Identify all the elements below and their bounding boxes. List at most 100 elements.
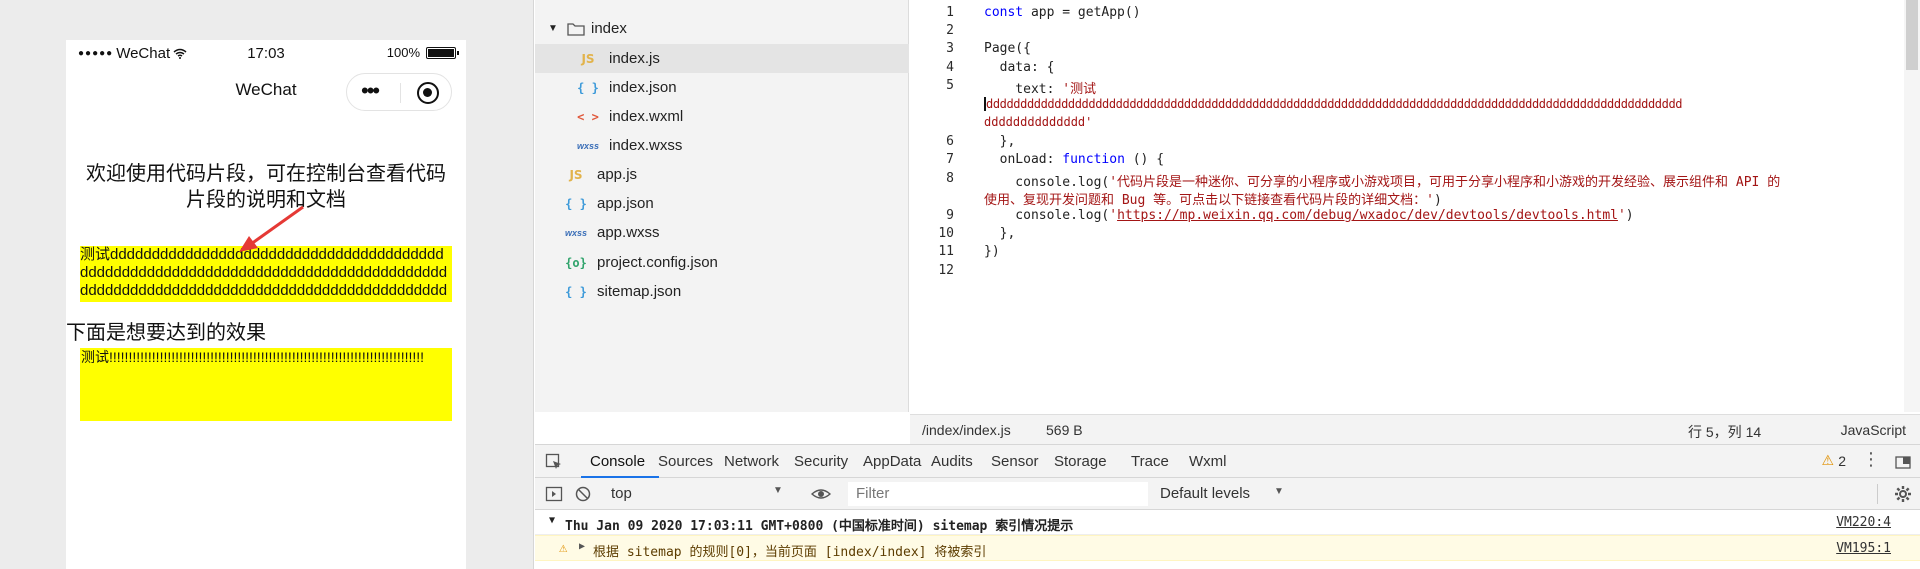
folder-label: index bbox=[591, 20, 627, 37]
tab-appdata[interactable]: AppData bbox=[863, 453, 921, 470]
cursor-position[interactable]: 行 5，列 14 bbox=[1688, 422, 1761, 442]
file-label: project.config.json bbox=[597, 254, 718, 271]
folder-index[interactable]: ▼ index bbox=[535, 14, 909, 43]
line-number: 11 bbox=[938, 244, 954, 259]
inspect-element-icon[interactable] bbox=[545, 453, 563, 471]
line-number: 1 bbox=[946, 5, 954, 20]
wxml-file-icon: < > bbox=[577, 109, 599, 124]
line-number: 5 bbox=[946, 78, 954, 93]
console-warning-row[interactable]: ⚠ ▶ 根据 sitemap 的规则[0]，当前页面 [index/index]… bbox=[535, 535, 1920, 561]
file-label: index.js bbox=[609, 50, 660, 67]
devtools-tabbar: Console Sources Network Security AppData… bbox=[535, 444, 1920, 478]
clear-console-icon[interactable] bbox=[574, 485, 592, 503]
source-link[interactable]: VM220:4 bbox=[1836, 515, 1891, 530]
console-group-row[interactable]: ▼ Thu Jan 09 2020 17:03:11 GMT+0800 (中国标… bbox=[535, 510, 1920, 535]
tab-wxml[interactable]: Wxml bbox=[1189, 453, 1227, 470]
source-link[interactable]: VM195:1 bbox=[1836, 541, 1891, 556]
editor-status-bar: /index/index.js 569 B 行 5，列 14 JavaScrip… bbox=[910, 414, 1920, 444]
editor-scrollbar[interactable] bbox=[1904, 0, 1920, 412]
caret-right-icon[interactable]: ▶ bbox=[579, 541, 585, 552]
code-line-3: Page({ bbox=[984, 41, 1031, 56]
line-number: 10 bbox=[938, 226, 954, 241]
warning-icon: ⚠ bbox=[1821, 452, 1834, 468]
line-number: 4 bbox=[946, 60, 954, 75]
file-label: index.wxss bbox=[609, 137, 683, 154]
dock-icon[interactable] bbox=[1894, 453, 1912, 471]
file-label: app.js bbox=[597, 166, 638, 183]
code-editor[interactable]: 1 2 3 4 5 6 7 8 9 10 11 12 const app = getApp() Pag… bbox=[910, 0, 1920, 412]
file-item[interactable]: wxss app.wxss bbox=[535, 218, 909, 247]
context-select[interactable]: top bbox=[611, 485, 632, 502]
file-path: /index/index.js bbox=[922, 422, 1011, 438]
sidebar-toggle-icon[interactable] bbox=[545, 485, 563, 503]
caret-down-icon[interactable]: ▼ bbox=[549, 515, 555, 526]
code-line-8-wrap: 使用、复现开发问题和 Bug 等。可点击以下链接查看代码片段的详细文档：') bbox=[984, 193, 1442, 208]
tab-console[interactable]: Console bbox=[590, 453, 645, 470]
tab-sensor[interactable]: Sensor bbox=[991, 453, 1039, 470]
file-item[interactable]: wxss index.wxss bbox=[535, 131, 909, 160]
console-filter-input[interactable]: Filter bbox=[848, 482, 1148, 506]
eye-icon[interactable] bbox=[811, 485, 831, 503]
line-number: 2 bbox=[946, 23, 954, 38]
file-label: index.json bbox=[609, 79, 677, 96]
file-explorer: ▼ index JS index.js { } index.json < > index.… bbox=[535, 0, 909, 412]
file-item[interactable]: { } index.json bbox=[535, 73, 909, 102]
code-line-1: const app = getApp() bbox=[984, 5, 1141, 20]
console-message: Thu Jan 09 2020 17:03:11 GMT+0800 (中国标准时… bbox=[565, 519, 1074, 534]
tab-sources[interactable]: Sources bbox=[658, 453, 713, 470]
tab-audits[interactable]: Audits bbox=[931, 453, 973, 470]
line-number: 7 bbox=[946, 152, 954, 167]
console-message: 根据 sitemap 的规则[0]，当前页面 [index/index] 将被索… bbox=[593, 545, 987, 560]
js-file-icon: JS bbox=[581, 51, 595, 66]
file-label: index.wxml bbox=[609, 108, 684, 125]
line-number: 12 bbox=[938, 263, 954, 278]
file-item[interactable]: { } app.json bbox=[535, 189, 909, 218]
json-file-icon: { } bbox=[565, 284, 587, 299]
docs-link[interactable]: https://mp.weixin.qq.com/debug/wxadoc/de… bbox=[1117, 208, 1618, 223]
scrollbar-thumb[interactable] bbox=[1906, 0, 1918, 70]
line-number: 6 bbox=[946, 134, 954, 149]
line-number: 9 bbox=[946, 208, 954, 223]
console-settings-icon[interactable] bbox=[1894, 485, 1912, 503]
code-line-7: onLoad: function () { bbox=[984, 152, 1165, 167]
tab-trace[interactable]: Trace bbox=[1131, 453, 1169, 470]
folder-icon bbox=[567, 22, 585, 36]
file-item[interactable]: JS index.js bbox=[535, 44, 909, 73]
warning-icon: ⚠ bbox=[559, 540, 568, 556]
code-line-11: }) bbox=[984, 244, 1000, 259]
file-size: 569 B bbox=[1046, 422, 1083, 438]
file-label: sitemap.json bbox=[597, 283, 682, 300]
levels-dropdown-icon[interactable]: ▼ bbox=[1274, 486, 1284, 497]
code-line-10: }, bbox=[984, 226, 1016, 241]
language-mode[interactable]: JavaScript bbox=[1841, 422, 1906, 438]
log-levels-dropdown[interactable]: Default levels bbox=[1160, 485, 1250, 502]
caret-down-icon: ▼ bbox=[548, 23, 558, 34]
code-line-4: data: { bbox=[984, 60, 1055, 75]
warning-count[interactable]: 2 bbox=[1838, 453, 1846, 469]
wxss-file-icon: wxss bbox=[564, 227, 588, 238]
file-item[interactable]: JS app.js bbox=[535, 160, 909, 189]
tab-storage[interactable]: Storage bbox=[1054, 453, 1107, 470]
code-line-5-wrap2: dddddddddddddd' bbox=[984, 115, 1093, 129]
file-item[interactable]: { } sitemap.json bbox=[535, 277, 909, 306]
line-number: 8 bbox=[946, 171, 954, 186]
js-file-icon: JS bbox=[569, 167, 583, 182]
context-dropdown-icon[interactable]: ▼ bbox=[773, 485, 783, 496]
line-number: 3 bbox=[946, 41, 954, 56]
code-line-9: console.log('https://mp.weixin.qq.com/de… bbox=[984, 208, 1634, 223]
json-file-icon: { } bbox=[577, 80, 599, 95]
tab-security[interactable]: Security bbox=[794, 453, 848, 470]
code-line-5-wrap: dddddddddddddddddddddddddddddddddddddddd… bbox=[984, 97, 1683, 111]
cfg-file-icon: {o} bbox=[565, 255, 587, 270]
tab-network[interactable]: Network bbox=[724, 453, 779, 470]
code-line-8: console.log('代码片段是一种迷你、可分享的小程序或小游戏项目，可用于… bbox=[984, 175, 1781, 190]
file-item[interactable]: < > index.wxml bbox=[535, 102, 909, 131]
kebab-menu-icon[interactable]: ⋮ bbox=[1862, 449, 1880, 470]
console-toolbar: top ▼ Filter Default levels ▼ bbox=[535, 478, 1920, 510]
wxss-file-icon: wxss bbox=[576, 140, 600, 151]
code-line-5: text: '测试 bbox=[984, 82, 1097, 97]
file-item[interactable]: {o} project.config.json bbox=[535, 248, 909, 277]
code-line-6: }, bbox=[984, 134, 1016, 149]
console-output: ▼ Thu Jan 09 2020 17:03:11 GMT+0800 (中国标… bbox=[535, 510, 1920, 569]
file-label: app.json bbox=[597, 195, 654, 212]
